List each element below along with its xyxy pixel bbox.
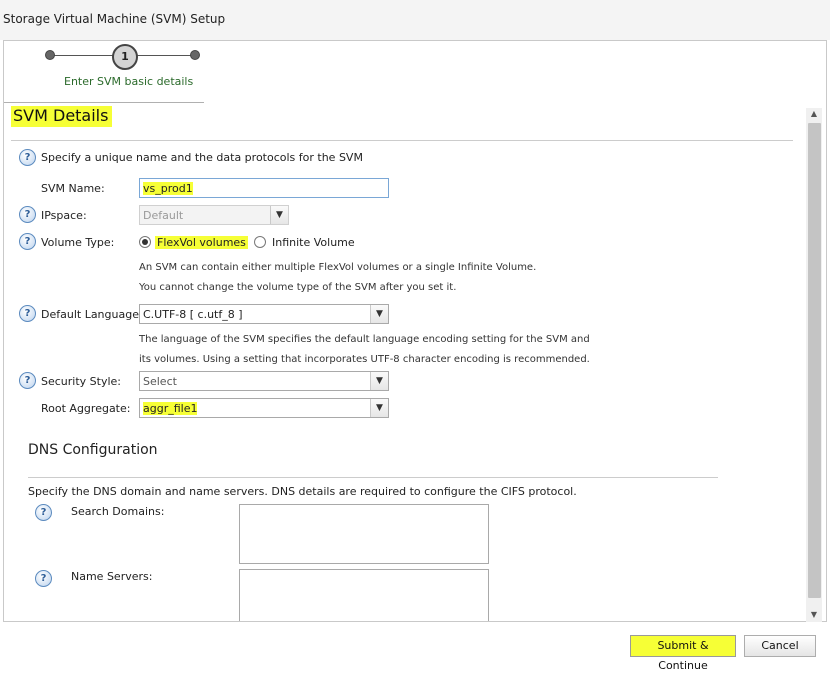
svm-name-input[interactable]: vs_prod1 — [139, 178, 389, 198]
name-servers-label: Name Servers: — [71, 570, 153, 583]
chevron-down-icon[interactable]: ▼ — [370, 399, 388, 417]
root-aggregate-label: Root Aggregate: — [41, 402, 131, 415]
dns-configuration-heading: DNS Configuration — [28, 442, 158, 458]
svm-details-intro: Specify a unique name and the data proto… — [41, 151, 363, 164]
ipspace-label: IPspace: — [41, 209, 87, 222]
radio-selected-dot — [142, 239, 148, 245]
chevron-down-icon[interactable]: ▼ — [370, 305, 388, 323]
wizard-end-dot — [190, 50, 200, 60]
svm-name-label: SVM Name: — [41, 182, 105, 195]
ipspace-help-icon[interactable]: ? — [19, 206, 36, 223]
volume-type-note-2: You cannot change the volume type of the… — [139, 282, 457, 293]
infinite-volume-option-label[interactable]: Infinite Volume — [272, 236, 355, 249]
name-servers-textarea[interactable] — [239, 569, 489, 621]
scroll-up-icon[interactable]: ▲ — [809, 109, 819, 118]
chevron-down-icon: ▼ — [270, 206, 288, 224]
search-domains-textarea[interactable] — [239, 504, 489, 564]
security-style-help-icon[interactable]: ? — [19, 372, 36, 389]
volume-type-help-icon[interactable]: ? — [19, 233, 36, 250]
language-note-1: The language of the SVM specifies the de… — [139, 334, 590, 345]
window-title: Storage Virtual Machine (SVM) Setup — [3, 12, 226, 26]
ipspace-select: Default ▼ — [139, 205, 289, 225]
volume-type-label: Volume Type: — [41, 236, 115, 249]
default-language-label: Default Language: — [41, 308, 143, 321]
dns-divider — [28, 477, 718, 478]
search-domains-help-icon[interactable]: ? — [35, 504, 52, 521]
ipspace-value: Default — [143, 209, 184, 222]
language-note-2: its volumes. Using a setting that incorp… — [139, 354, 590, 365]
flexvol-option-label[interactable]: FlexVol volumes — [155, 236, 248, 249]
root-aggregate-select[interactable]: aggr_file1 ▼ — [139, 398, 389, 418]
chevron-down-icon[interactable]: ▼ — [370, 372, 388, 390]
root-aggregate-value: aggr_file1 — [143, 402, 198, 415]
title-bar: Storage Virtual Machine (SVM) Setup — [0, 0, 830, 40]
language-help-icon[interactable]: ? — [19, 305, 36, 322]
wizard-step-1[interactable]: 1 — [112, 44, 138, 70]
security-style-select[interactable]: Select ▼ — [139, 371, 389, 391]
volume-type-note-1: An SVM can contain either multiple FlexV… — [139, 262, 537, 273]
dns-intro: Specify the DNS domain and name servers.… — [28, 485, 577, 498]
default-language-value: C.UTF-8 [ c.utf_8 ] — [143, 308, 243, 321]
wizard-divider — [4, 102, 204, 103]
scroll-down-icon[interactable]: ▼ — [809, 610, 819, 619]
wizard-step-label: Enter SVM basic details — [64, 75, 194, 88]
radio-flexvol[interactable] — [139, 236, 151, 248]
security-style-value: Select — [143, 375, 177, 388]
security-style-label: Security Style: — [41, 375, 122, 388]
default-language-select[interactable]: C.UTF-8 [ c.utf_8 ] ▼ — [139, 304, 389, 324]
name-servers-help-icon[interactable]: ? — [35, 570, 52, 587]
wizard-start-dot — [45, 50, 55, 60]
svm-name-value: vs_prod1 — [143, 182, 193, 195]
section-divider — [11, 140, 793, 141]
search-domains-label: Search Domains: — [71, 505, 165, 518]
scrollbar-thumb[interactable] — [808, 123, 821, 598]
svm-details-heading: SVM Details — [11, 106, 113, 127]
radio-infinite-volume[interactable] — [254, 236, 266, 248]
help-icon[interactable]: ? — [19, 149, 36, 166]
cancel-button[interactable]: Cancel — [744, 635, 816, 657]
submit-continue-button[interactable]: Submit & Continue — [630, 635, 736, 672]
